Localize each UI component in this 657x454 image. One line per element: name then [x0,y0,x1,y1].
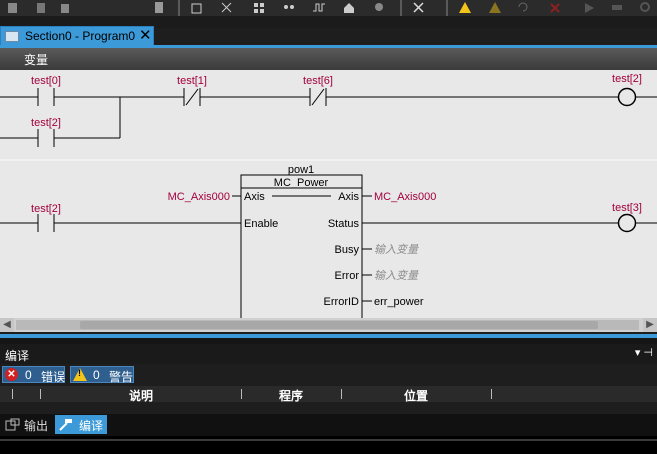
error-icon: ✕ [5,368,18,381]
fb-output-error-pin: Error [335,270,360,282]
trash-icon[interactable] [58,1,72,14]
fb-type-name: MC_Power [274,177,329,189]
fb-input-axis-pin: Axis [244,191,265,203]
play-icon[interactable] [582,1,596,14]
fb-instance-name[interactable]: pow1 [288,164,314,176]
network-icon[interactable] [282,1,296,14]
tab-build[interactable]: 编译 [55,415,107,434]
page-icon[interactable] [152,1,166,14]
ladder-editor[interactable]: test[0] test[1] test[6] test[2] test[2] … [0,70,657,318]
tab-section0-program0[interactable]: Section0 - Program0 ✕ [0,26,154,46]
bottom-tab-strip: 输出 编译 [0,414,657,436]
tab-output[interactable]: 输出 [2,415,52,434]
variables-bar[interactable]: 变量 [0,48,657,70]
column-divider[interactable] [341,389,342,399]
main-toolbar [0,0,657,16]
fb-output-axis-variable[interactable]: MC_Axis000 [374,191,436,203]
column-divider [12,389,13,399]
fb-input-axis-variable[interactable]: MC_Axis000 [168,191,230,203]
fb-output-errorid-variable[interactable]: err_power [374,296,424,308]
fb-output-busy-placeholder[interactable]: 输入变量 [374,243,419,256]
warning-icon[interactable] [458,1,472,14]
build-filter-bar: ✕ 0 错误 ! 0 警告 [0,364,657,386]
close-icon[interactable] [548,1,562,14]
warning-label: 警告 [109,370,134,384]
coil-test3-label[interactable]: test[3] [612,202,642,214]
output-icon [5,418,20,431]
column-divider[interactable] [491,389,492,399]
fb-output-error-placeholder[interactable]: 输入变量 [374,269,419,282]
horizontal-scrollbar[interactable]: ◀ ▶ [0,318,657,332]
warning-count: 0 [93,368,100,382]
home-icon[interactable] [342,1,356,14]
scroll-thumb[interactable] [80,321,598,329]
panel-pin-icon[interactable]: ▾ ⊣ [635,346,653,359]
grid-icon[interactable] [252,1,266,14]
warnings-filter-button[interactable]: ! 0 警告 [70,366,134,384]
settings-icon[interactable] [220,1,234,14]
rung-1 [0,87,657,147]
scroll-right-icon[interactable]: ▶ [643,318,657,332]
fb-output-errorid-pin: ErrorID [324,296,360,308]
copy-icon[interactable] [6,1,20,14]
fb-output-busy-pin: Busy [335,244,360,256]
toolbar-divider [400,0,402,16]
contact-test2-label[interactable]: test[2] [31,203,61,215]
fb-input-enable-pin: Enable [244,218,278,230]
error-count: 0 [25,368,32,382]
fb-output-axis-pin: Axis [338,191,359,203]
build-results-list[interactable] [0,402,657,414]
error-label: 错误 [41,370,66,384]
close-tab-icon[interactable]: ✕ [139,27,152,45]
build-column-header: 说明 程序 位置 [0,386,657,403]
column-divider[interactable] [241,389,242,399]
variables-label: 变量 [24,53,49,67]
warning-disabled-icon[interactable] [488,1,502,14]
build-panel-header: 编译 ▾ ⊣ [0,344,657,364]
toolbar-divider [178,0,180,16]
scroll-left-icon[interactable]: ◀ [0,318,14,332]
step-icon[interactable] [610,1,624,14]
fb-output-status-pin: Status [328,218,360,230]
ladder-program-icon [5,31,19,42]
build-panel-title: 编译 [5,349,30,363]
cursor-icon[interactable] [412,1,426,14]
tab-build-label: 编译 [79,419,104,433]
contact-test6-label[interactable]: test[6] [303,75,333,87]
ladder-diagram: test[0] test[1] test[6] test[2] test[2] … [0,73,657,318]
tab-output-label: 输出 [24,419,49,433]
delete-icon[interactable] [34,1,48,14]
warning-mark: ! [78,368,81,378]
contact-test0-label[interactable]: test[0] [31,75,61,87]
tab-label: Section0 - Program0 [25,29,136,43]
status-strip [0,436,657,454]
waveform-icon[interactable] [312,1,326,14]
coil-test2-label[interactable]: test[2] [612,73,642,85]
column-divider [40,389,41,399]
contact-test1-label[interactable]: test[1] [177,75,207,87]
errors-filter-button[interactable]: ✕ 0 错误 [2,366,66,384]
hammer-icon [59,419,72,431]
refresh-icon[interactable] [638,1,652,14]
contact-test2-label[interactable]: test[2] [31,117,61,129]
gear-icon[interactable] [372,1,386,14]
toolbar-divider [446,0,448,16]
undo-icon[interactable] [516,1,530,14]
copy-icon[interactable] [190,1,204,14]
